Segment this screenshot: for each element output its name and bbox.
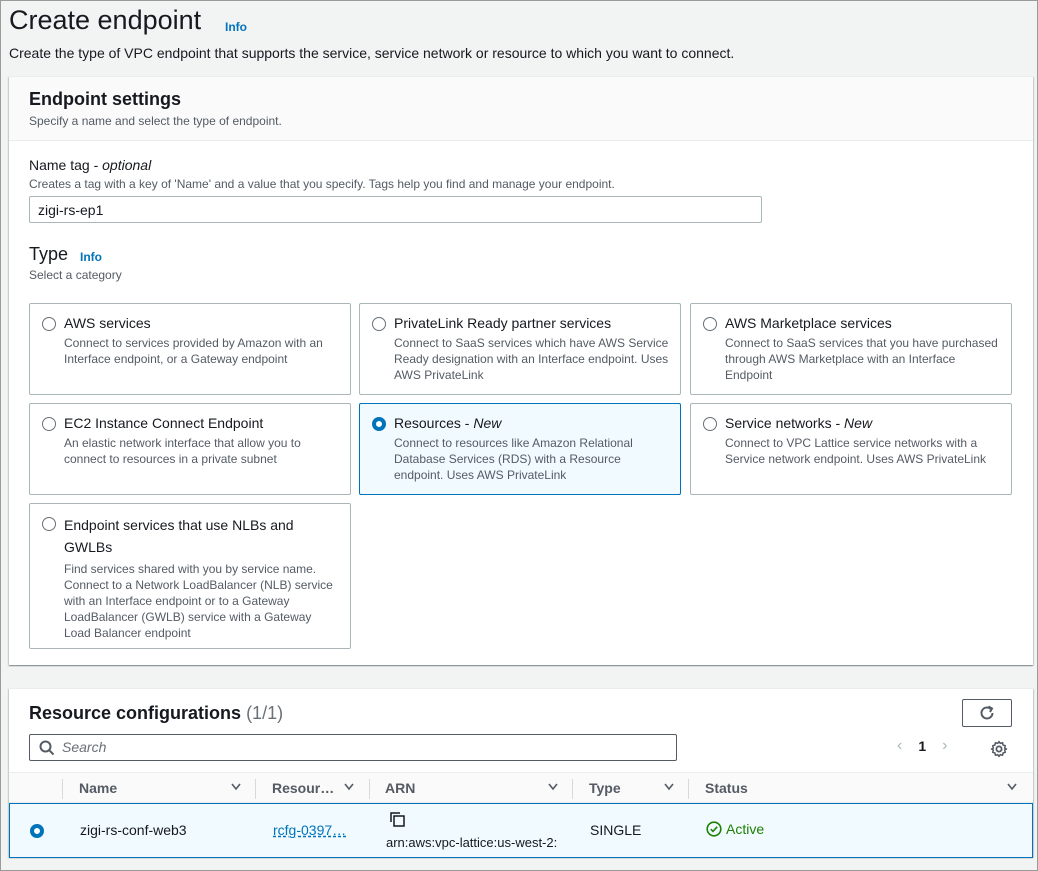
- tile-radio[interactable]: [703, 417, 717, 431]
- cell-arn: arn:aws:vpc-lattice:us-west-2:: [386, 835, 558, 850]
- tile-new-tag: New: [473, 415, 502, 431]
- column-separator: [688, 779, 689, 799]
- tile-description: Connect to services provided by Amazon w…: [64, 336, 323, 366]
- column-separator: [62, 779, 63, 799]
- gear-icon[interactable]: [990, 740, 1008, 758]
- tile-description: Connect to resources like Amazon Relatio…: [394, 436, 633, 482]
- resource-configurations-title: Resource configurations (1/1): [29, 703, 283, 724]
- endpoint-settings-title: Endpoint settings: [29, 89, 181, 109]
- tile-endpoint-services-nlb-gwlb[interactable]: Endpoint services that use NLBs and GWLB…: [29, 503, 351, 649]
- tile-title: EC2 Instance Connect Endpoint: [64, 415, 264, 431]
- tile-description: Connect to VPC Lattice service networks …: [725, 436, 987, 466]
- column-header-status[interactable]: Status: [705, 780, 748, 796]
- column-separator: [369, 779, 370, 799]
- tile-description: Find services shared with you by service…: [64, 562, 333, 640]
- search-field[interactable]: [29, 734, 677, 761]
- tile-description: Connect to SaaS services that you have p…: [725, 336, 998, 382]
- tile-aws-services[interactable]: AWS services Connect to services provide…: [29, 303, 351, 395]
- tile-title-text: Resources -: [394, 415, 474, 431]
- copy-icon[interactable]: [389, 811, 405, 827]
- tile-radio[interactable]: [372, 317, 386, 331]
- previous-page-icon[interactable]: ‹: [897, 737, 902, 755]
- tile-privatelink-ready[interactable]: PrivateLink Ready partner services Conne…: [359, 303, 681, 395]
- column-header-resource[interactable]: Resour…: [272, 780, 334, 796]
- name-tag-optional: optional: [102, 157, 152, 173]
- tile-ec2-instance-connect[interactable]: EC2 Instance Connect Endpoint An elastic…: [29, 403, 351, 495]
- type-label: Type: [29, 244, 69, 264]
- search-icon: [39, 740, 55, 756]
- cell-status: Active: [706, 821, 764, 837]
- tile-radio[interactable]: [42, 517, 56, 531]
- tile-new-tag: New: [844, 415, 873, 431]
- table-header: Name Resour… ARN Type Status: [9, 772, 1033, 803]
- refresh-button[interactable]: [962, 699, 1012, 727]
- table-row[interactable]: zigi-rs-conf-web3 rcfg-0397… arn:aws:vpc…: [9, 803, 1033, 858]
- type-info-link[interactable]: Info: [80, 250, 102, 264]
- name-tag-hint: Creates a tag with a key of 'Name' and a…: [29, 177, 615, 191]
- type-hint: Select a category: [29, 268, 122, 282]
- tile-resources[interactable]: Resources - New Connect to resources lik…: [359, 403, 681, 495]
- page-info-link[interactable]: Info: [225, 20, 247, 34]
- search-input[interactable]: [62, 739, 662, 755]
- column-header-type[interactable]: Type: [589, 780, 621, 796]
- tile-title-text: Service networks -: [725, 415, 845, 431]
- tile-radio-selected[interactable]: [372, 417, 386, 431]
- current-page-number[interactable]: 1: [918, 738, 926, 754]
- tile-title: Endpoint services that use NLBs and GWLB…: [64, 517, 294, 555]
- tile-radio[interactable]: [42, 317, 56, 331]
- tile-service-networks[interactable]: Service networks - New Connect to VPC La…: [690, 403, 1012, 495]
- refresh-icon: [980, 705, 994, 720]
- page-title: Create endpoint: [9, 5, 202, 35]
- endpoint-settings-subtitle: Specify a name and select the type of en…: [29, 114, 282, 128]
- sort-down-icon[interactable]: [664, 783, 674, 791]
- sort-down-icon[interactable]: [1007, 783, 1017, 791]
- page-description: Create the type of VPC endpoint that sup…: [9, 45, 735, 61]
- name-tag-label: Name tag - optional: [29, 157, 151, 173]
- tile-radio[interactable]: [703, 317, 717, 331]
- pagination: ‹ 1 ›: [897, 737, 947, 755]
- tile-title: PrivateLink Ready partner services: [394, 315, 612, 331]
- endpoint-settings-panel: Endpoint settings Specify a name and sel…: [9, 76, 1033, 665]
- resource-configurations-title-text: Resource configurations: [29, 703, 242, 723]
- column-separator: [255, 779, 256, 799]
- tile-title: Service networks - New: [725, 414, 1001, 432]
- resource-configurations-panel: Resource configurations (1/1) ‹ 1 › Name…: [9, 688, 1033, 858]
- sort-down-icon[interactable]: [344, 783, 354, 791]
- endpoint-settings-header: Endpoint settings Specify a name and sel…: [9, 77, 1033, 141]
- tile-title: AWS Marketplace services: [725, 315, 892, 331]
- tile-aws-marketplace[interactable]: AWS Marketplace services Connect to SaaS…: [690, 303, 1012, 395]
- tile-title: Resources - New: [394, 414, 670, 432]
- cell-resource-link[interactable]: rcfg-0397…: [273, 822, 346, 838]
- column-separator: [572, 779, 573, 799]
- name-tag-label-text: Name tag -: [29, 157, 103, 173]
- sort-down-icon[interactable]: [548, 783, 558, 791]
- status-text: Active: [726, 821, 765, 837]
- sort-down-icon[interactable]: [231, 783, 241, 791]
- next-page-icon[interactable]: ›: [942, 737, 947, 755]
- name-tag-input[interactable]: [29, 196, 762, 223]
- row-radio-selected[interactable]: [30, 824, 44, 838]
- tile-description: Connect to SaaS services which have AWS …: [394, 336, 669, 382]
- column-header-arn[interactable]: ARN: [385, 780, 415, 796]
- tile-description: An elastic network interface that allow …: [64, 436, 301, 466]
- cell-name: zigi-rs-conf-web3: [80, 822, 187, 838]
- success-check-icon: [706, 821, 722, 837]
- cell-type: SINGLE: [590, 822, 642, 838]
- column-header-name[interactable]: Name: [79, 780, 117, 796]
- resource-count: (1/1): [246, 703, 284, 723]
- tile-title: AWS services: [64, 315, 151, 331]
- tile-radio[interactable]: [42, 417, 56, 431]
